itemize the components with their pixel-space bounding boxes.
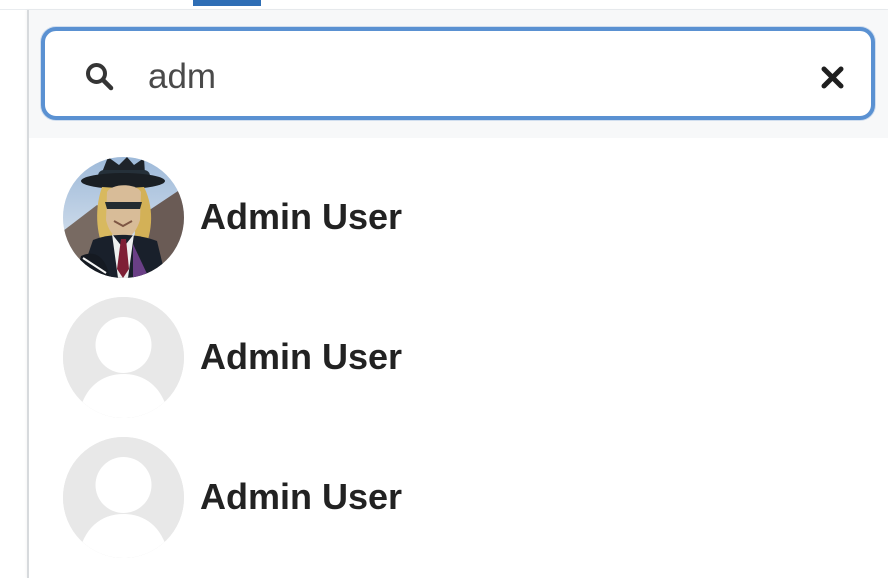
clear-search-button[interactable] [817,62,848,93]
user-result-item[interactable]: Admin User [29,430,888,570]
search-area [29,10,888,138]
user-search-panel: Admin User Admin User [27,10,888,578]
user-result-item[interactable]: Admin User [29,150,888,290]
default-avatar [63,297,184,418]
user-search-field[interactable] [41,27,875,120]
search-results-list: Admin User Admin User Admin User [29,150,888,570]
active-tab-indicator[interactable] [193,0,261,6]
photo-avatar [63,157,184,278]
user-name: Admin User [200,476,403,517]
close-icon[interactable] [817,62,848,93]
top-navigation-edge [0,0,888,10]
user-name: Admin User [200,196,403,237]
user-result-item[interactable]: Admin User [29,290,888,430]
default-avatar [63,437,184,558]
user-search-page: Admin User Admin User [0,0,888,578]
user-name: Admin User [200,336,403,377]
search-input[interactable] [148,49,768,104]
search-icon [85,62,114,91]
